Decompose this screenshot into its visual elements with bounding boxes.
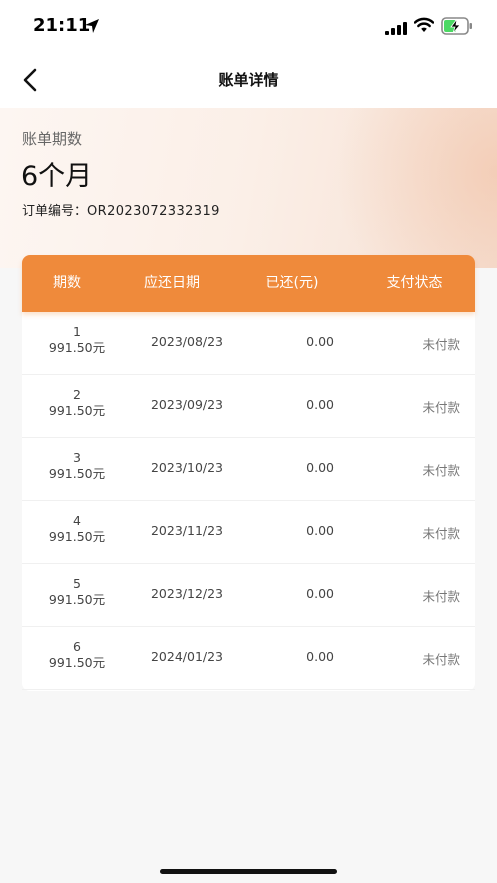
paid-amount: 0.00 <box>306 334 334 349</box>
installment-amount: 991.50元 <box>48 655 106 670</box>
due-date: 2023/09/23 <box>150 397 224 412</box>
table-row: 5 991.50元 2023/12/23 0.00 未付款 <box>22 564 475 627</box>
page-title: 账单详情 <box>218 71 279 89</box>
status-bar: 21:11 <box>0 0 497 52</box>
installment-number: 2 <box>73 387 81 402</box>
row-period-cell: 3 991.50元 <box>34 450 120 482</box>
installment-number: 5 <box>73 576 81 591</box>
payment-status: 未付款 <box>422 400 460 415</box>
table-row: 1 991.50元 2023/08/23 0.00 未付款 <box>22 312 475 375</box>
home-indicator[interactable] <box>160 869 337 874</box>
payment-status: 未付款 <box>422 652 460 667</box>
installment-table: 期数 应还日期 已还(元) 支付状态 1 991.50元 2023/08/23 … <box>22 255 475 691</box>
table-row: 3 991.50元 2023/10/23 0.00 未付款 <box>22 438 475 501</box>
cellular-signal-icon <box>385 20 407 39</box>
payment-status: 未付款 <box>422 589 460 604</box>
installment-number: 4 <box>73 513 81 528</box>
table-header: 期数 应还日期 已还(元) 支付状态 <box>22 255 475 312</box>
due-date: 2023/08/23 <box>150 334 224 349</box>
due-date: 2023/12/23 <box>150 586 224 601</box>
column-header-due-date: 应还日期 <box>144 275 200 291</box>
installment-number: 1 <box>73 324 81 339</box>
battery-charging-icon <box>441 17 473 39</box>
column-header-paid: 已还(元) <box>265 275 319 291</box>
row-period-cell: 5 991.50元 <box>34 576 120 608</box>
column-header-period: 期数 <box>53 275 81 291</box>
row-period-cell: 4 991.50元 <box>34 513 120 545</box>
due-date: 2023/10/23 <box>150 460 224 475</box>
order-number-value: OR2023072332319 <box>87 204 220 219</box>
paid-amount: 0.00 <box>306 649 334 664</box>
column-header-status: 支付状态 <box>386 275 443 291</box>
wifi-icon <box>413 17 435 37</box>
paid-amount: 0.00 <box>306 523 334 538</box>
order-number-label: 订单编号： <box>22 204 88 219</box>
installment-number: 3 <box>73 450 81 465</box>
due-date: 2024/01/23 <box>150 649 224 664</box>
payment-status: 未付款 <box>422 337 460 352</box>
order-number-line: 订单编号：OR2023072332319 <box>22 200 220 219</box>
installment-amount: 991.50元 <box>48 403 106 418</box>
paid-amount: 0.00 <box>306 460 334 475</box>
nav-bar: 账单详情 <box>0 52 497 108</box>
installment-amount: 991.50元 <box>48 529 106 544</box>
installment-amount: 991.50元 <box>48 466 106 481</box>
row-period-cell: 6 991.50元 <box>34 639 120 671</box>
table-row: 4 991.50元 2023/11/23 0.00 未付款 <box>22 501 475 564</box>
status-time: 21:11 <box>33 15 91 36</box>
row-period-cell: 1 991.50元 <box>34 324 120 356</box>
installment-number: 6 <box>73 639 81 654</box>
period-label: 账单期数 <box>22 130 83 148</box>
period-value: 6个月 <box>21 161 93 192</box>
payment-status: 未付款 <box>422 526 460 541</box>
location-arrow-icon <box>84 18 100 38</box>
table-row: 6 991.50元 2024/01/23 0.00 未付款 <box>22 627 475 690</box>
due-date: 2023/11/23 <box>150 523 224 538</box>
installment-amount: 991.50元 <box>48 592 106 607</box>
installment-amount: 991.50元 <box>48 340 106 355</box>
paid-amount: 0.00 <box>306 397 334 412</box>
table-row: 2 991.50元 2023/09/23 0.00 未付款 <box>22 375 475 438</box>
paid-amount: 0.00 <box>306 586 334 601</box>
row-period-cell: 2 991.50元 <box>34 387 120 419</box>
payment-status: 未付款 <box>422 463 460 478</box>
